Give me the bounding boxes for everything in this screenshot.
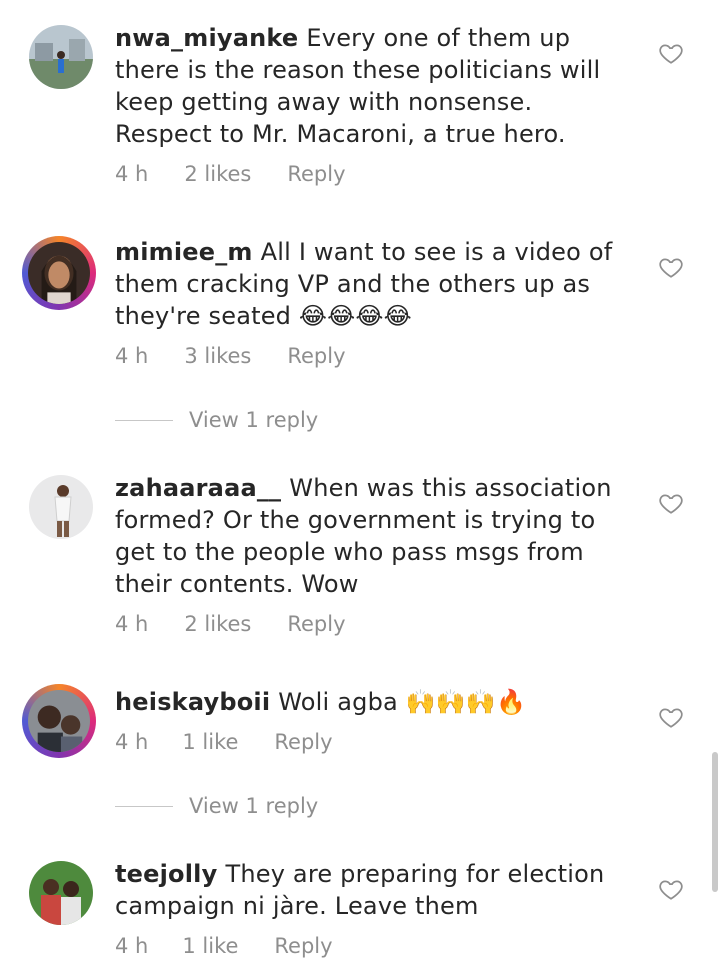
comment-likes[interactable]: 1 like: [182, 934, 238, 958]
comment-meta: 4 h 3 likes Reply: [115, 344, 382, 368]
avatar[interactable]: [28, 24, 94, 90]
comment-text: teejolly They are preparing for election …: [115, 858, 635, 922]
comment-username[interactable]: teejolly: [115, 860, 217, 888]
view-replies-label: View 1 reply: [189, 408, 319, 432]
comment-meta: 4 h 1 like Reply: [115, 934, 369, 958]
divider: [115, 805, 173, 807]
comment-meta: 4 h 2 likes Reply: [115, 612, 382, 636]
reply-button[interactable]: Reply: [287, 612, 345, 636]
view-replies-button[interactable]: View 1 reply: [115, 408, 318, 432]
heart-outline-icon[interactable]: [658, 254, 684, 280]
comment-time: 4 h: [115, 162, 149, 186]
comment-time: 4 h: [115, 730, 149, 754]
comment-likes[interactable]: 2 likes: [184, 162, 251, 186]
divider: [115, 419, 173, 421]
comment-time: 4 h: [115, 344, 149, 368]
view-replies-button[interactable]: View 1 reply: [115, 794, 318, 818]
avatar-image: [29, 861, 93, 925]
reply-button[interactable]: Reply: [287, 162, 345, 186]
comment-text: zahaaraaa__ When was this association for…: [115, 472, 635, 600]
comment-time: 4 h: [115, 612, 149, 636]
comment-meta: 4 h 2 likes Reply: [115, 162, 382, 186]
comment-body: Woli agba 🙌🙌🙌🔥: [278, 688, 527, 716]
comment-username[interactable]: nwa_miyanke: [115, 24, 298, 52]
reply-button[interactable]: Reply: [274, 934, 332, 958]
comment-likes[interactable]: 3 likes: [184, 344, 251, 368]
avatar-image: [28, 690, 90, 752]
comment-username[interactable]: mimiee_m: [115, 238, 253, 266]
comment-likes[interactable]: 1 like: [182, 730, 238, 754]
reply-button[interactable]: Reply: [287, 344, 345, 368]
comment-text: heiskayboii Woli agba 🙌🙌🙌🔥: [115, 686, 635, 718]
comment-username[interactable]: heiskayboii: [115, 688, 270, 716]
avatar[interactable]: [28, 860, 94, 926]
comment-text: nwa_miyanke Every one of them up there is…: [115, 22, 635, 150]
avatar-image: [29, 25, 93, 89]
heart-outline-icon[interactable]: [658, 40, 684, 66]
scrollbar[interactable]: [712, 752, 718, 892]
comment-username[interactable]: zahaaraaa__: [115, 474, 281, 502]
avatar-image: [28, 242, 90, 304]
comment-text: mimiee_m All I want to see is a video of …: [115, 236, 635, 332]
heart-outline-icon[interactable]: [658, 490, 684, 516]
avatar[interactable]: [22, 236, 96, 310]
comment-time: 4 h: [115, 934, 149, 958]
heart-outline-icon[interactable]: [658, 704, 684, 730]
avatar-image: [29, 475, 93, 539]
reply-button[interactable]: Reply: [274, 730, 332, 754]
comment-likes[interactable]: 2 likes: [184, 612, 251, 636]
heart-outline-icon[interactable]: [658, 876, 684, 902]
avatar[interactable]: [28, 474, 94, 540]
comment-meta: 4 h 1 like Reply: [115, 730, 369, 754]
view-replies-label: View 1 reply: [189, 794, 319, 818]
avatar[interactable]: [22, 684, 96, 758]
